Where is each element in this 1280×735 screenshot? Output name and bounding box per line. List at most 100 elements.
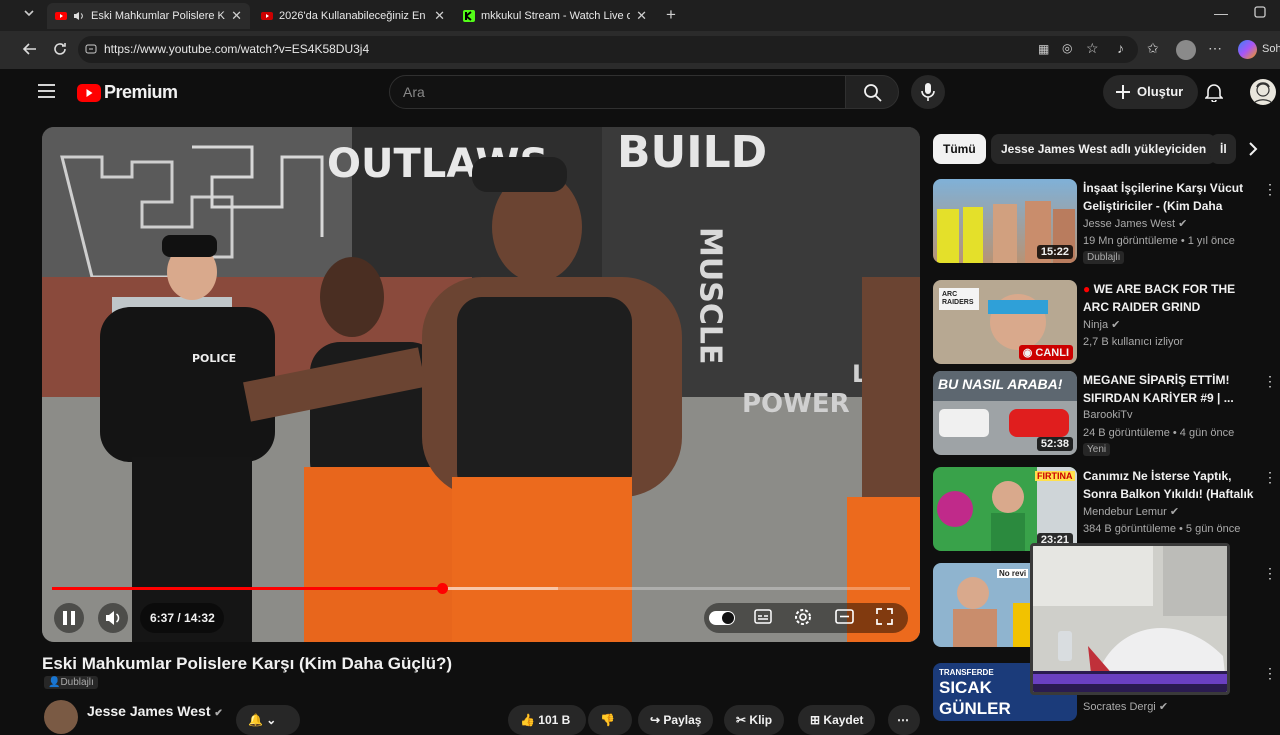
video-duration: 52:38: [1036, 437, 1073, 451]
autoplay-toggle[interactable]: [709, 611, 735, 625]
thumbnail-tag: No revi: [997, 569, 1029, 578]
volume-icon: [106, 611, 120, 625]
volume-button[interactable]: [98, 603, 128, 633]
bell-icon: 🔔: [248, 713, 263, 727]
address-bar[interactable]: https://www.youtube.com/watch?v=ES4K58DU…: [78, 36, 1138, 63]
notifications-bell-icon[interactable]: [1204, 82, 1224, 107]
video-thumbnail[interactable]: FIRTINA 23:21: [933, 467, 1077, 551]
channel-avatar[interactable]: [44, 700, 78, 734]
copilot-label[interactable]: Soh: [1262, 43, 1280, 55]
profile-avatar[interactable]: [1176, 40, 1196, 60]
youtube-favicon-icon: [55, 12, 67, 20]
share-button[interactable]: ↪ Paylaş: [638, 705, 714, 735]
more-menu-icon[interactable]: ⋯: [1208, 40, 1222, 57]
youtube-logo[interactable]: Premium: [77, 82, 178, 103]
extensions-icon[interactable]: ♪: [1117, 40, 1124, 56]
settings-gear-icon[interactable]: [794, 608, 812, 626]
chip-related[interactable]: İl: [1210, 134, 1236, 164]
tab-active[interactable]: Eski Mahkumlar Polislere Karşı ✕: [47, 3, 250, 29]
maximize-icon[interactable]: [1254, 5, 1266, 21]
tab-title: mkkukul Stream - Watch Live on K: [481, 10, 631, 22]
dislike-button[interactable]: 👎: [588, 705, 632, 735]
more-actions-icon[interactable]: ⋮: [1263, 665, 1277, 682]
site-info-icon[interactable]: [85, 43, 97, 55]
channel-name[interactable]: Socrates Dergi ✔: [1083, 700, 1168, 713]
more-actions-icon[interactable]: ⋮: [1263, 181, 1277, 198]
copilot-icon[interactable]: [1238, 40, 1257, 59]
more-actions-icon[interactable]: ⋮: [1263, 469, 1277, 486]
tab-close-icon[interactable]: ✕: [636, 8, 647, 24]
tracking-icon[interactable]: ◎: [1062, 41, 1072, 55]
fullscreen-icon[interactable]: [876, 608, 893, 625]
video-thumbnail[interactable]: BU NASIL ARABA! 52:38: [933, 371, 1077, 455]
search-button[interactable]: [845, 75, 899, 109]
subscription-bell-button[interactable]: 🔔 ⌄: [236, 705, 300, 735]
share-icon: ↪: [650, 713, 661, 727]
pause-icon: [63, 611, 75, 625]
video-player[interactable]: OUTLAWS BUILD MUSCLE POWER LIFT POLICE: [42, 127, 920, 642]
browser-toolbar: https://www.youtube.com/watch?v=ES4K58DU…: [0, 31, 1280, 69]
tab-3[interactable]: mkkukul Stream - Watch Live on K ✕: [455, 3, 655, 29]
channel-name[interactable]: Ninja ✔: [1083, 318, 1120, 331]
recommendation-item[interactable]: ARC RAIDERS ◉ CANLI ● WE ARE BACK FOR TH…: [933, 280, 1273, 370]
search-icon: [864, 84, 882, 102]
video-title[interactable]: MEGANE SİPARİŞ ETTİM! SIFIRDAN KARİYER #…: [1083, 371, 1263, 407]
create-button[interactable]: Oluştur: [1103, 75, 1198, 109]
recommendation-item[interactable]: BU NASIL ARABA! 52:38 MEGANE SİPARİŞ ETT…: [933, 371, 1277, 461]
clip-button[interactable]: ✂ Klip: [724, 705, 785, 735]
more-actions-icon[interactable]: ⋮: [1263, 373, 1277, 390]
scissors-icon: ✂: [736, 713, 747, 727]
recommendation-item[interactable]: 15:22 İnşaat İşçilerine Karşı Vücut Geli…: [933, 179, 1277, 269]
thumbnail-text-2: SICAK: [939, 678, 992, 697]
verified-check-icon: ✔: [1169, 506, 1180, 518]
video-frame: OUTLAWS BUILD MUSCLE POWER LIFT POLICE: [42, 127, 920, 642]
favorites-icon[interactable]: ✩: [1147, 40, 1159, 57]
dubbed-label: Dublajlı: [60, 677, 94, 688]
progress-bar[interactable]: [52, 583, 910, 594]
youtube-favicon-icon: [261, 12, 273, 20]
subtitles-icon[interactable]: [754, 609, 772, 626]
channel-name[interactable]: Jesse James West ✔: [1083, 217, 1187, 230]
tab-2[interactable]: 2026'da Kullanabileceğiniz En İyi Ü ✕: [253, 3, 453, 29]
search-input[interactable]: Ara: [389, 75, 846, 109]
live-badge-text: CANLI: [1035, 347, 1069, 359]
video-thumbnail[interactable]: ARC RAIDERS ◉ CANLI: [933, 280, 1077, 364]
channel-name[interactable]: Mendebur Lemur ✔: [1083, 505, 1179, 518]
thumbnail-tag: FIRTINA: [1035, 471, 1075, 481]
favorite-star-icon[interactable]: ☆: [1086, 40, 1099, 57]
more-actions-button[interactable]: ⋯: [888, 705, 920, 735]
menu-icon[interactable]: [38, 84, 55, 103]
kick-favicon-icon: [463, 10, 475, 22]
play-pause-button[interactable]: [54, 603, 84, 633]
video-meta: 2,7 B kullanıcı izliyor: [1083, 336, 1184, 348]
chip-uploader[interactable]: Jesse James West adlı yükleyiciden: [991, 134, 1217, 164]
voice-search-button[interactable]: [911, 75, 945, 109]
minimize-icon[interactable]: —: [1214, 5, 1228, 21]
video-title[interactable]: ● WE ARE BACK FOR THE ARC RAIDER GRIND: [1083, 280, 1263, 316]
back-icon[interactable]: [22, 41, 38, 60]
more-actions-icon[interactable]: ⋮: [1263, 565, 1277, 582]
theater-mode-icon[interactable]: [835, 609, 854, 624]
tab-close-icon[interactable]: ✕: [434, 8, 445, 24]
reload-icon[interactable]: [52, 41, 68, 60]
verified-check-icon: ✔: [1111, 319, 1121, 331]
chips-next-chevron-icon[interactable]: [1248, 141, 1258, 162]
chip-all[interactable]: Tümü: [933, 134, 986, 164]
user-avatar[interactable]: [1250, 79, 1276, 105]
tab-close-icon[interactable]: ✕: [231, 8, 242, 24]
tab-list-icon[interactable]: [22, 6, 36, 23]
logo-text: Premium: [104, 82, 178, 102]
new-tab-icon[interactable]: +: [666, 5, 676, 25]
like-button[interactable]: 👍 101 B: [508, 705, 586, 735]
video-thumbnail[interactable]: 15:22: [933, 179, 1077, 263]
video-title[interactable]: İnşaat İşçilerine Karşı Vücut Geliştiric…: [1083, 179, 1263, 215]
youtube-logo-icon: [77, 83, 101, 102]
video-title[interactable]: Canımız Ne İsterse Yaptık, Sonra Balkon …: [1083, 467, 1263, 503]
channel-name[interactable]: BarookiTv: [1083, 409, 1133, 421]
url-text: https://www.youtube.com/watch?v=ES4K58DU…: [104, 42, 370, 56]
audio-icon[interactable]: [73, 10, 85, 22]
apps-icon[interactable]: ▦: [1038, 42, 1049, 56]
save-button[interactable]: ⊞ Kaydet: [798, 705, 876, 735]
channel-name-main[interactable]: Jesse James West ✔: [87, 703, 223, 719]
tab-title: Eski Mahkumlar Polislere Karşı: [91, 10, 225, 22]
